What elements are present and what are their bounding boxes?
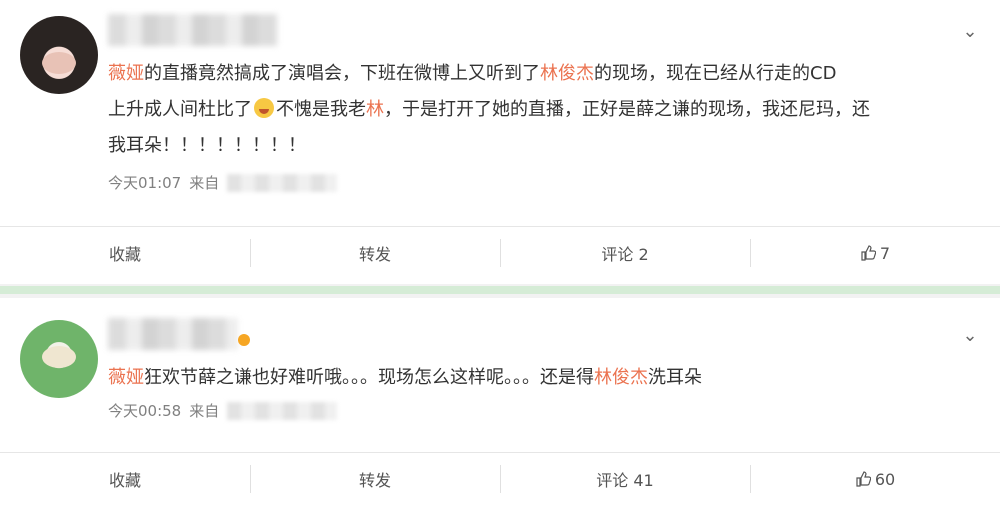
like-button[interactable]: 60	[750, 453, 1000, 505]
mention-link[interactable]: 薇娅	[108, 367, 144, 388]
mention-link[interactable]: 林俊杰	[540, 63, 594, 84]
post-actions: 收藏 转发 评论 2 7	[0, 226, 1000, 279]
post-actions: 收藏 转发 评论 41 60	[0, 452, 1000, 505]
source-label: 来自	[189, 174, 220, 192]
chevron-down-icon[interactable]: ⌄	[960, 22, 980, 42]
username-blurred[interactable]	[108, 318, 238, 350]
user-badge-icon	[238, 334, 250, 346]
mention-link[interactable]: 林俊杰	[594, 367, 648, 388]
username-blurred[interactable]	[108, 14, 278, 46]
source-blurred[interactable]	[227, 401, 338, 420]
timestamp[interactable]: 今天00:58	[108, 400, 181, 421]
weibo-post-2: ⌄ 薇娅狂欢节薛之谦也好难听哦。。。现场怎么这样呢。。。还是得林俊杰洗耳朵 今天…	[0, 298, 1000, 504]
post-meta: 今天01:07 来自	[108, 172, 338, 193]
post-separator	[0, 284, 1000, 298]
timestamp[interactable]: 今天01:07	[108, 172, 181, 193]
mention-link[interactable]: 薇娅	[108, 63, 144, 84]
chevron-down-icon[interactable]: ⌄	[960, 326, 980, 346]
comment-button[interactable]: 评论 2	[500, 227, 750, 279]
like-button[interactable]: 7	[750, 227, 1000, 279]
repost-button[interactable]: 转发	[250, 453, 500, 505]
source-blurred[interactable]	[227, 173, 338, 192]
post-meta: 今天00:58 来自	[108, 400, 338, 421]
source-label: 来自	[189, 402, 220, 420]
thumbs-up-icon	[861, 245, 876, 261]
collect-button[interactable]: 收藏	[0, 453, 250, 505]
thumbs-up-icon	[856, 471, 871, 487]
weibo-post-1: ⌄ 薇娅的直播竟然搞成了演唱会，下班在微博上又听到了林俊杰的现场，现在已经从行走…	[0, 0, 1000, 284]
post-content: 薇娅的直播竟然搞成了演唱会，下班在微博上又听到了林俊杰的现场，现在已经从行走的C…	[108, 63, 870, 156]
collect-button[interactable]: 收藏	[0, 227, 250, 279]
avatar[interactable]	[20, 320, 98, 398]
mention-link[interactable]: 林	[366, 99, 384, 120]
comment-button[interactable]: 评论 41	[500, 453, 750, 505]
repost-button[interactable]: 转发	[250, 227, 500, 279]
avatar[interactable]	[20, 16, 98, 94]
laughing-emoji-icon	[254, 98, 274, 118]
post-content: 薇娅狂欢节薛之谦也好难听哦。。。现场怎么这样呢。。。还是得林俊杰洗耳朵	[108, 367, 702, 388]
